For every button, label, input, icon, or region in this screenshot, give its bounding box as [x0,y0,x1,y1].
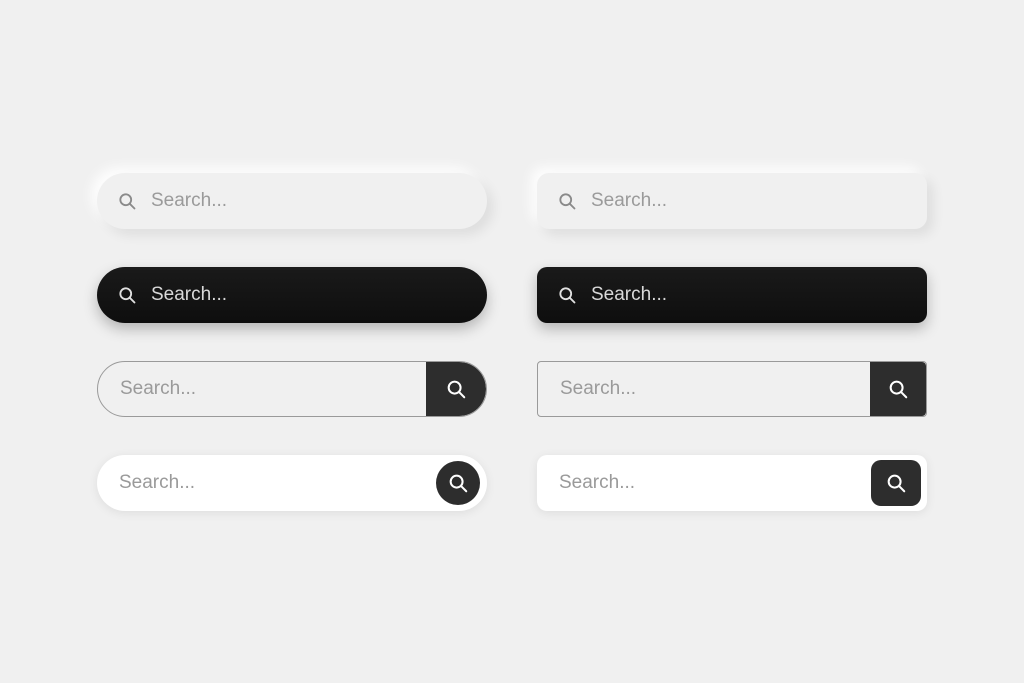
search-bar-neumorphic-rect[interactable] [537,173,927,229]
search-button[interactable] [426,362,486,416]
search-bar-dark-pill[interactable] [97,267,487,323]
search-input[interactable] [538,378,870,400]
search-bar-dark-rect[interactable] [537,267,927,323]
search-bar-showcase [97,173,927,511]
search-icon [117,191,137,211]
search-bar-outline-rect[interactable] [537,361,927,417]
search-input[interactable] [151,284,487,306]
search-bar-white-rect[interactable] [537,455,927,511]
search-button[interactable] [871,460,921,506]
search-input[interactable] [97,472,436,494]
search-input[interactable] [537,472,871,494]
search-bar-outline-pill[interactable] [97,361,487,417]
search-icon [557,191,577,211]
search-bar-neumorphic-pill[interactable] [97,173,487,229]
search-input[interactable] [151,190,487,212]
search-button[interactable] [436,461,480,505]
search-icon [557,285,577,305]
search-icon [887,378,909,400]
search-input[interactable] [591,284,927,306]
search-icon [447,472,469,494]
search-button[interactable] [870,362,926,416]
search-icon [117,285,137,305]
search-input[interactable] [591,190,927,212]
search-input[interactable] [98,378,426,400]
search-bar-white-pill[interactable] [97,455,487,511]
search-icon [445,378,467,400]
search-icon [885,472,907,494]
